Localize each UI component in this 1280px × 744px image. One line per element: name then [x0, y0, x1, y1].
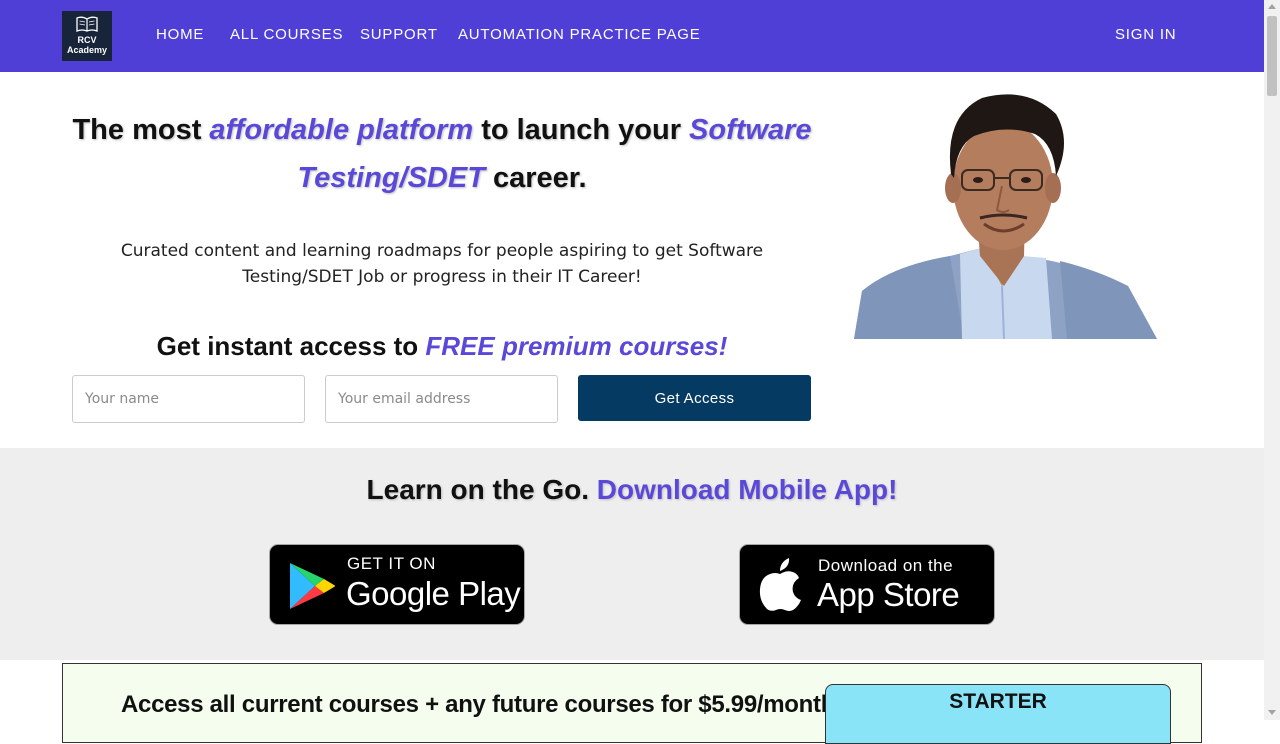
apple-badge-big-text: App Store — [817, 576, 960, 613]
hero-subtitle-line1: Curated content and learning roadmaps fo… — [120, 241, 764, 261]
cta-part1: Get instant access to — [156, 331, 426, 361]
rcv-academy-logo[interactable]: RCV Academy — [62, 11, 112, 61]
hero-title-part1: The most — [72, 114, 210, 146]
scrollbar-thumb[interactable] — [1267, 16, 1277, 96]
nav-automation-practice-page[interactable]: AUTOMATION PRACTICE PAGE — [458, 26, 701, 44]
book-icon — [76, 16, 98, 32]
cta-accent: FREE premium courses! — [425, 331, 728, 361]
apple-badge-small-text: Download on the — [818, 556, 954, 575]
logo-line1: RCV — [77, 35, 97, 45]
top-navbar: RCV Academy HOME ALL COURSES SUPPORT AUT… — [0, 0, 1264, 72]
hero-title: The most affordable platform to launch y… — [72, 106, 812, 202]
plan-name: STARTER — [949, 690, 1047, 713]
google-play-icon — [290, 563, 335, 609]
vertical-scrollbar[interactable] — [1264, 0, 1280, 720]
hero-title-part3: career. — [484, 162, 587, 194]
hero-subtitle: Curated content and learning roadmaps fo… — [72, 238, 812, 290]
logo-line2: Academy — [66, 45, 108, 55]
app-title-accent: Download Mobile App! — [596, 474, 898, 505]
get-access-button[interactable]: Get Access — [578, 375, 811, 421]
pricing-section: Access all current courses + any future … — [62, 663, 1202, 744]
mobile-app-section: Learn on the Go. Download Mobile App! GE… — [0, 448, 1264, 660]
free-courses-heading: Get instant access to FREE premium cours… — [72, 326, 812, 366]
email-input[interactable] — [325, 375, 558, 423]
google-play-badge[interactable]: GET IT ON Google Play — [269, 544, 525, 625]
nav-support[interactable]: SUPPORT — [360, 26, 438, 44]
app-title-part1: Learn on the Go. — [366, 474, 597, 505]
pricing-text: Access all current courses + any future … — [121, 691, 836, 718]
mobile-app-heading: Learn on the Go. Download Mobile App! — [0, 470, 1264, 510]
hero-section: The most affordable platform to launch y… — [0, 72, 1264, 448]
starter-plan-card[interactable]: STARTER — [825, 684, 1171, 744]
hero-title-part2: to launch your — [473, 114, 690, 146]
hero-subtitle-line2: Testing/SDET Job or progress in their IT… — [242, 267, 642, 287]
google-badge-big-text: Google Play — [346, 575, 521, 612]
nav-home[interactable]: HOME — [156, 26, 204, 44]
scroll-down-arrow-icon[interactable] — [1268, 710, 1276, 715]
logo-text: RCV Academy — [62, 35, 112, 55]
hero-title-accent1: affordable platform — [209, 114, 474, 146]
scroll-up-arrow-icon[interactable] — [1268, 4, 1276, 9]
apple-icon — [759, 558, 801, 611]
instructor-photo — [832, 86, 1192, 339]
name-input[interactable] — [72, 375, 305, 423]
google-badge-small-text: GET IT ON — [347, 554, 436, 573]
sign-in-link[interactable]: SIGN IN — [1115, 26, 1176, 44]
app-store-badge[interactable]: Download on the App Store — [739, 544, 995, 625]
nav-all-courses[interactable]: ALL COURSES — [230, 26, 343, 44]
